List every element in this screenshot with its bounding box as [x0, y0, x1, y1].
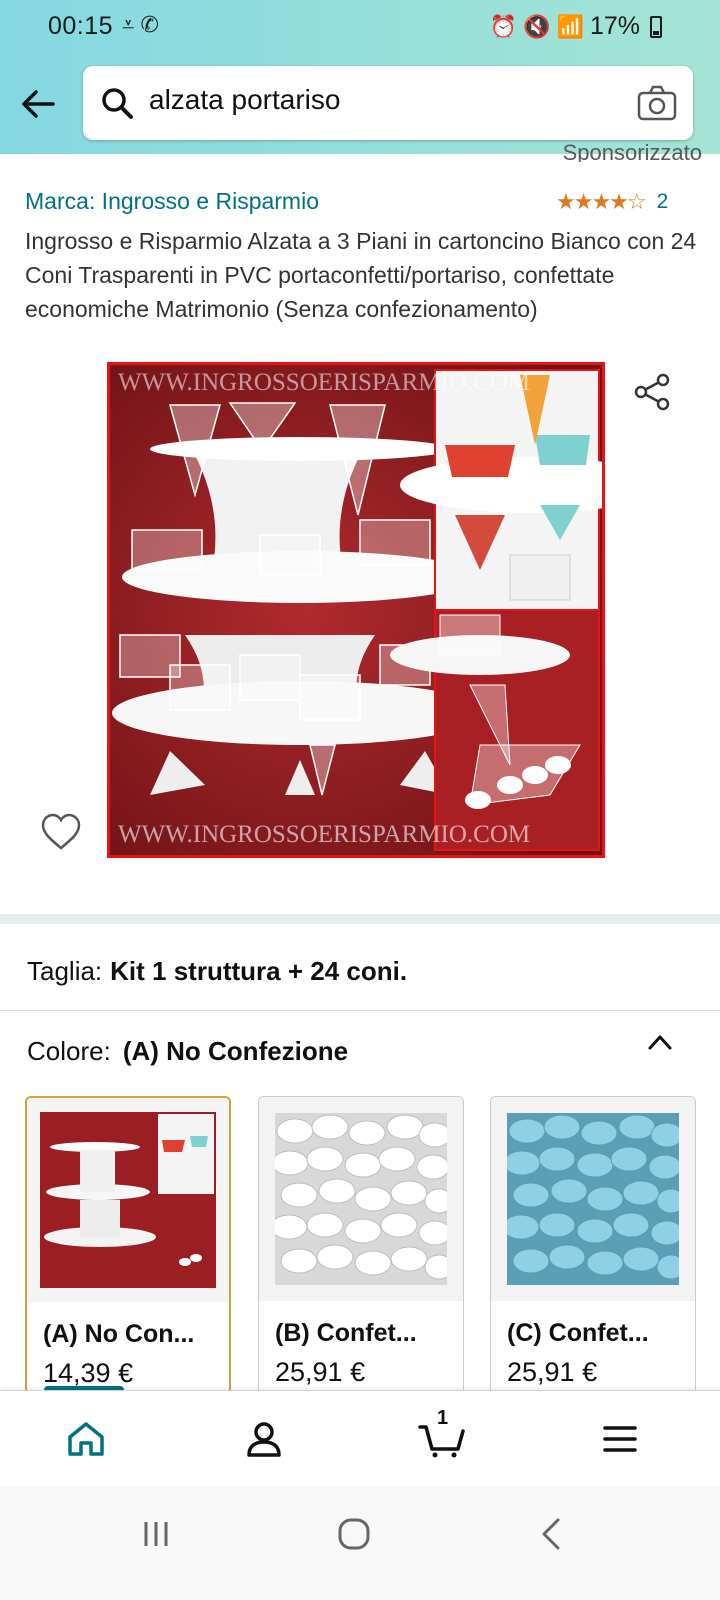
mute-icon: 🔇 — [523, 13, 551, 39]
app-header: 00:15 ⩡ ✆ ⏰ 🔇 📶 17% alzata portariso Spo… — [0, 0, 720, 162]
back-arrow-icon[interactable] — [20, 86, 56, 122]
account-icon[interactable] — [244, 1419, 284, 1459]
wifi-icon: 📶 — [556, 13, 584, 39]
swatch-c[interactable]: (C) Confet... 25,91 € — [490, 1096, 696, 1396]
watermark-top: WWW.INGROSSOERISPARMIO.COM — [118, 369, 531, 396]
color-value: (A) No Confezione — [122, 1036, 349, 1066]
back-button-icon[interactable] — [532, 1514, 572, 1554]
status-time: 00:15 — [48, 12, 114, 40]
cart-count: 1 — [437, 1407, 449, 1429]
swatch-a[interactable]: (A) No Con... 14,39 € — [25, 1096, 231, 1396]
rating[interactable]: ★★★★☆ 2 — [556, 189, 668, 215]
battery-percent: 17% — [589, 12, 640, 40]
swatch-c-price: 25,91 € — [507, 1357, 598, 1387]
status-bar: 00:15 ⩡ ✆ ⏰ 🔇 📶 17% — [0, 0, 720, 52]
system-nav-bar — [0, 1486, 720, 1600]
recent-apps-icon[interactable] — [136, 1514, 176, 1554]
rating-stars: ★★★★☆ — [556, 189, 647, 214]
rating-count[interactable]: 2 — [657, 190, 669, 214]
color-label: Colore: — [27, 1036, 111, 1066]
color-swatches: (A) No Con... 14,39 € (B) Confet... 25,9… — [25, 1096, 720, 1396]
alarm-icon: ⏰ — [489, 13, 518, 39]
swatch-b[interactable]: (B) Confet... 25,91 € — [258, 1096, 464, 1396]
size-row: Taglia: Kit 1 struttura + 24 coni. — [27, 956, 407, 987]
download-done-icon: ⩡ — [122, 12, 135, 37]
size-label: Taglia: — [27, 956, 103, 986]
camera-icon[interactable] — [637, 84, 677, 122]
swatch-b-price: 25,91 € — [275, 1357, 366, 1387]
whatsapp-icon: ✆ — [140, 12, 159, 37]
swatch-a-thumb — [27, 1098, 229, 1302]
product-title: Ingrosso e Risparmio Alzata a 3 Piani in… — [25, 228, 697, 322]
home-icon[interactable] — [66, 1419, 106, 1459]
swatch-c-image — [507, 1113, 679, 1285]
product-image[interactable]: WWW.INGROSSOERISPARMIO.COM WWW.INGROSSOE… — [107, 362, 605, 858]
search-icon — [102, 88, 133, 119]
swatch-b-image — [275, 1113, 447, 1285]
swatch-b-thumb — [259, 1097, 463, 1301]
share-icon[interactable] — [632, 372, 672, 412]
row-divider — [0, 1010, 720, 1011]
swatch-a-label: (A) No Con... — [43, 1320, 195, 1348]
status-right-icons: ⏰ 🔇 📶 17% — [490, 12, 662, 41]
brand-link[interactable]: Marca: Ingrosso e Risparmio — [25, 188, 319, 215]
battery-icon — [650, 15, 662, 38]
swatch-b-label: (B) Confet... — [275, 1319, 417, 1347]
bottom-nav: 1 — [0, 1390, 720, 1486]
watermark-bottom: WWW.INGROSSOERISPARMIO.COM — [118, 821, 531, 848]
search-bar[interactable]: alzata portariso — [83, 66, 693, 140]
swatch-a-price: 14,39 € — [43, 1358, 134, 1388]
heart-icon[interactable] — [40, 812, 82, 852]
size-value: Kit 1 struttura + 24 coni. — [110, 956, 408, 986]
menu-icon[interactable] — [600, 1419, 640, 1459]
home-button-icon[interactable] — [334, 1514, 374, 1554]
chevron-up-icon[interactable] — [646, 1032, 674, 1052]
status-left-icons: ⩡ ✆ — [122, 12, 159, 38]
color-row: Colore: (A) No Confezione — [27, 1036, 348, 1067]
swatch-c-label: (C) Confet... — [507, 1319, 649, 1347]
sponsored-label: Sponsorizzato — [562, 140, 702, 162]
swatch-c-thumb — [491, 1097, 695, 1301]
section-divider — [0, 914, 720, 924]
product-image-illustration — [110, 365, 602, 855]
swatch-a-image — [40, 1112, 216, 1288]
search-input[interactable]: alzata portariso — [149, 84, 340, 116]
